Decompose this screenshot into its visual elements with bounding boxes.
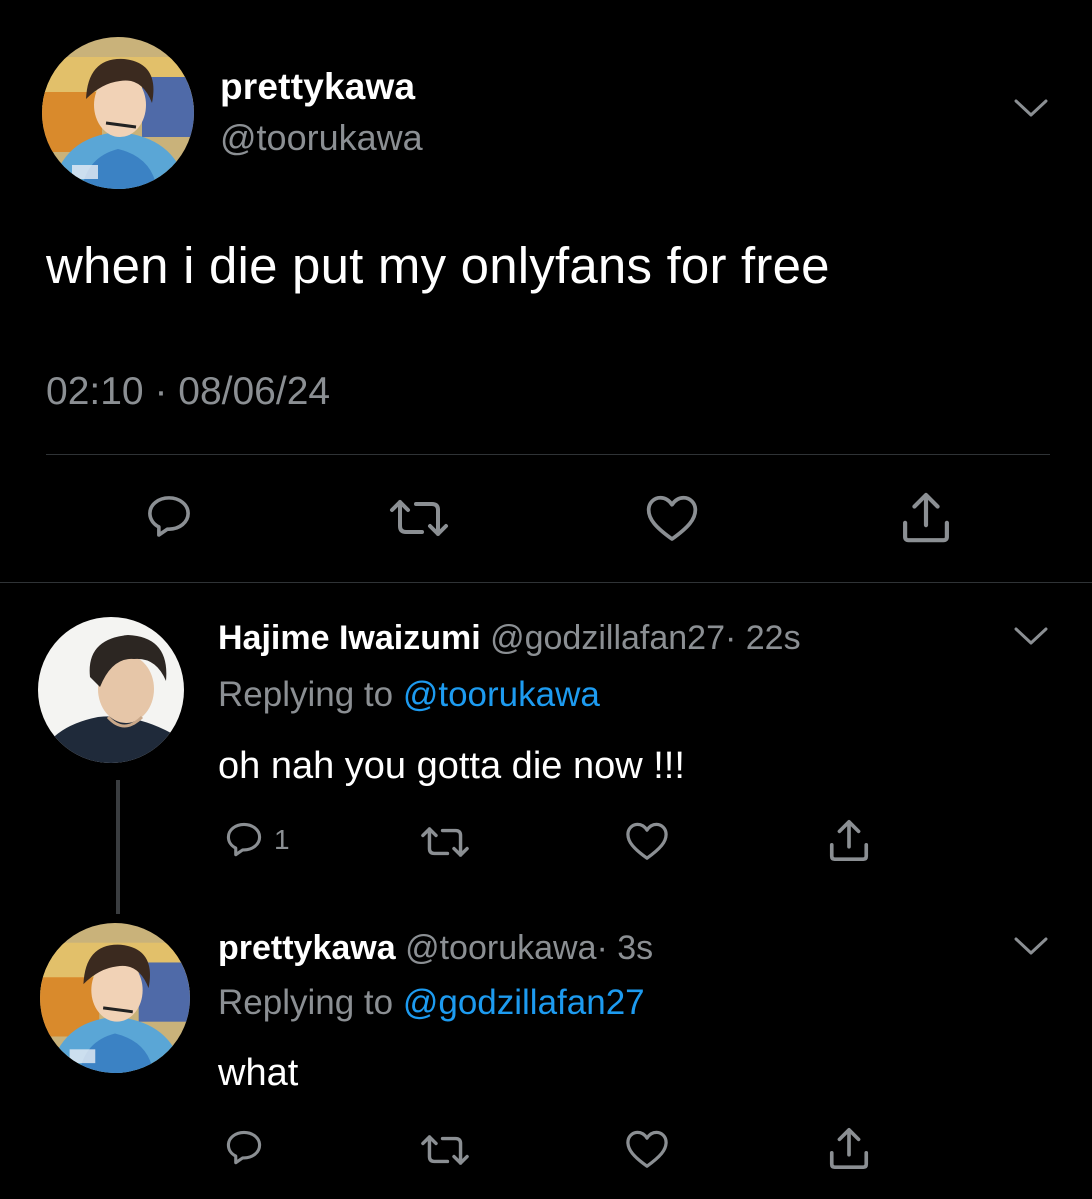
reply-age: · 22s <box>725 619 801 657</box>
heart-icon <box>626 822 668 860</box>
avatar-prettykawa[interactable] <box>40 923 190 1073</box>
speech-bubble-icon <box>226 822 262 857</box>
replying-prefix: Replying to <box>218 983 403 1022</box>
reply-button[interactable] <box>222 1126 266 1170</box>
replying-prefix: Replying to <box>218 675 403 714</box>
thread-connector-line <box>116 780 120 914</box>
retweet-button[interactable] <box>418 1130 472 1170</box>
share-upload-icon <box>829 819 869 861</box>
retweet-arrows-icon <box>390 500 448 536</box>
like-button[interactable] <box>644 492 700 544</box>
meta-separator: · <box>143 370 179 413</box>
retweet-button[interactable] <box>418 822 472 862</box>
retweet-button[interactable] <box>386 494 452 542</box>
mention-link[interactable]: @toorukawa <box>403 675 600 714</box>
reply-count: 1 <box>274 824 290 855</box>
like-button[interactable] <box>624 1128 670 1170</box>
chevron-down-icon[interactable] <box>1014 936 1048 956</box>
chevron-down-icon[interactable] <box>1014 98 1048 118</box>
like-button[interactable] <box>624 820 670 862</box>
display-name[interactable]: Hajime Iwaizumi <box>218 619 481 657</box>
tweet-timestamp[interactable]: 02:10 · 08/06/24 <box>46 370 330 414</box>
replying-to: Replying to @godzillafan27 <box>218 983 645 1023</box>
replying-to: Replying to @toorukawa <box>218 675 600 715</box>
divider <box>0 582 1092 583</box>
share-button[interactable] <box>898 488 954 546</box>
avatar-hajime-iwaizumi[interactable] <box>38 617 184 763</box>
reply-header: Hajime Iwaizumi @godzillafan27· 22s <box>218 619 801 658</box>
retweet-arrows-icon <box>421 1135 469 1165</box>
avatar-prettykawa[interactable] <box>42 37 194 189</box>
reply-age: · 3s <box>596 929 654 967</box>
reply-button[interactable] <box>142 490 196 544</box>
reply-text: oh nah you gotta die now !!! <box>218 745 685 787</box>
heart-icon <box>626 1130 668 1168</box>
user-handle[interactable]: @godzillafan27 <box>490 619 725 657</box>
retweet-arrows-icon <box>421 827 469 857</box>
display-name[interactable]: prettykawa <box>218 929 396 967</box>
user-handle[interactable]: @toorukawa <box>220 117 423 159</box>
share-button[interactable] <box>826 816 872 864</box>
tweet-text: when i die put my onlyfans for free <box>46 237 830 294</box>
reply-button[interactable]: 1 <box>222 818 290 862</box>
tweet-date: 08/06/24 <box>178 370 331 413</box>
tweet-time: 02:10 <box>46 370 144 413</box>
chevron-down-icon[interactable] <box>1014 626 1048 646</box>
heart-icon <box>646 495 698 541</box>
speech-bubble-icon <box>148 496 190 537</box>
share-upload-icon <box>829 1127 869 1169</box>
speech-bubble-icon <box>226 1130 262 1165</box>
mention-link[interactable]: @godzillafan27 <box>403 983 645 1022</box>
reply-header: prettykawa @toorukawa· 3s <box>218 929 653 968</box>
divider <box>46 454 1050 455</box>
display-name[interactable]: prettykawa <box>220 66 415 108</box>
share-button[interactable] <box>826 1124 872 1172</box>
reply-text: what <box>218 1052 299 1094</box>
share-upload-icon <box>903 492 949 543</box>
user-handle[interactable]: @toorukawa <box>405 929 596 967</box>
